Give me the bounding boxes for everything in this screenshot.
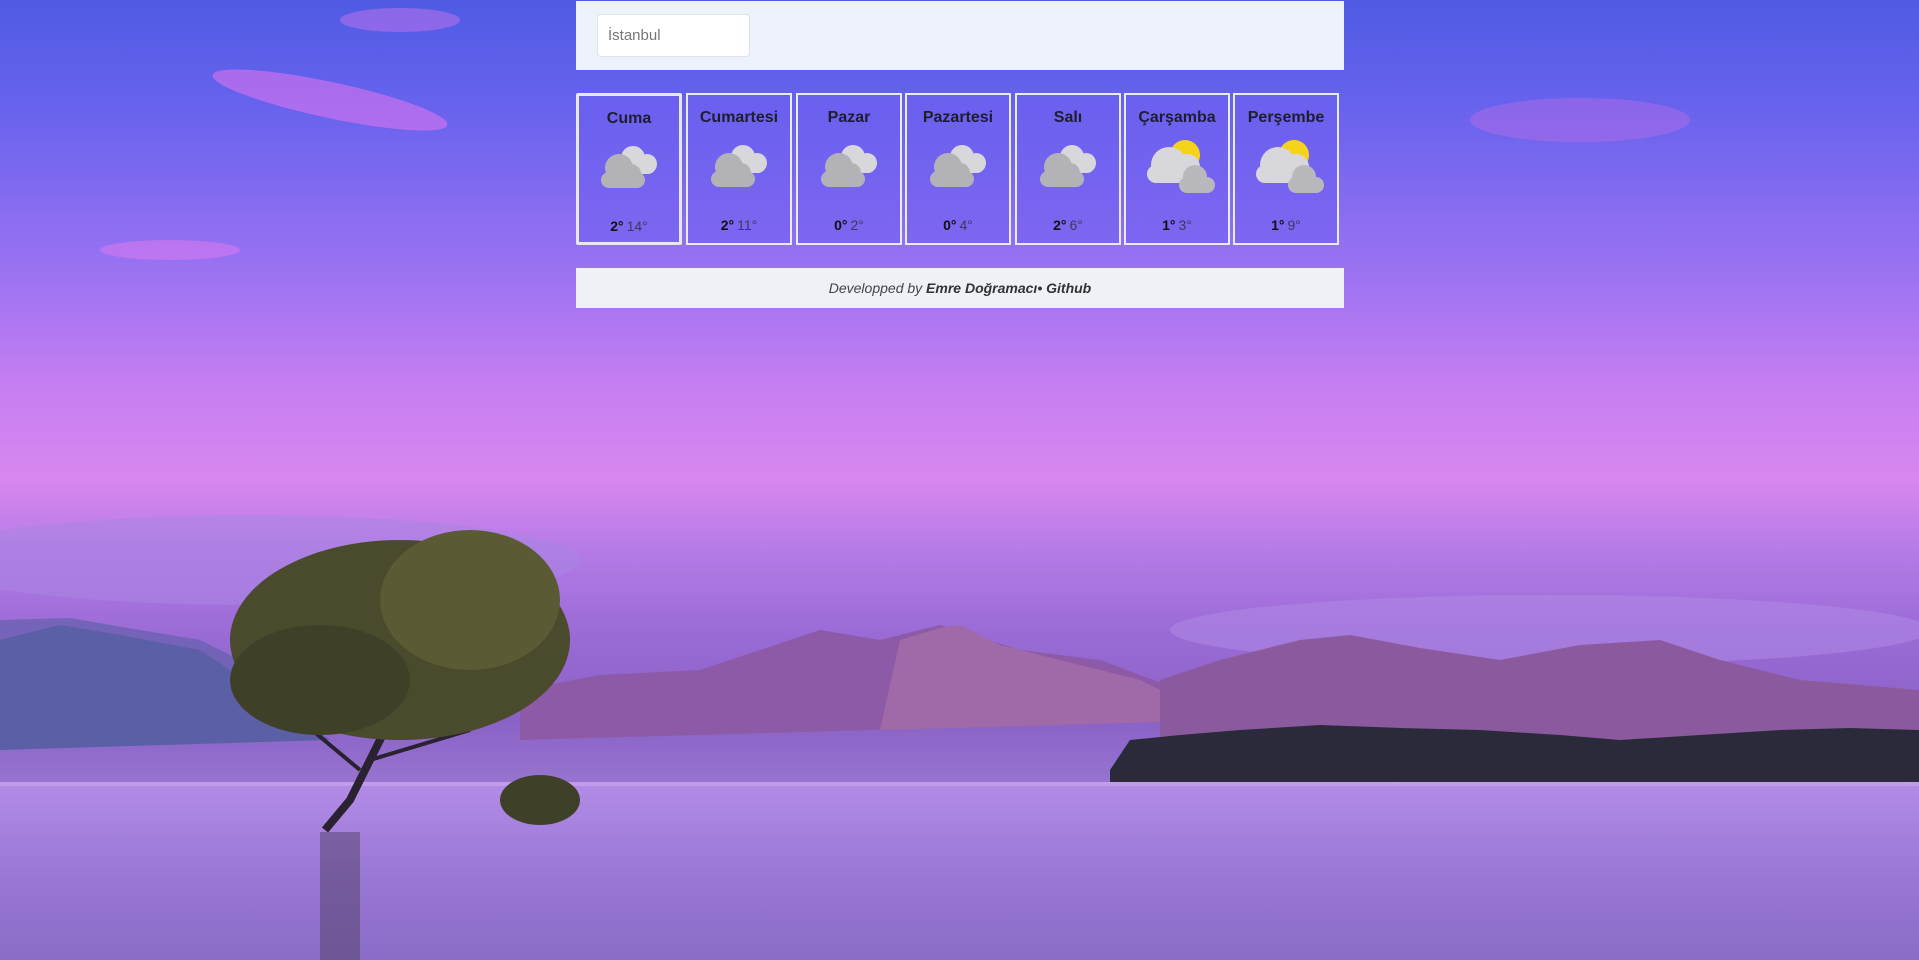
day-name: Perşembe: [1247, 109, 1325, 126]
temperature-range: 0° 2°: [798, 217, 900, 233]
cloudy-icon: [916, 139, 1000, 195]
min-temp: 1°: [1271, 217, 1285, 233]
github-link[interactable]: Github: [1046, 280, 1091, 296]
temperature-range: 1° 9°: [1235, 217, 1337, 233]
day-name: Pazar: [827, 109, 871, 126]
forecast-day-card[interactable]: Pazartesi 0° 4°: [905, 93, 1011, 245]
temperature-range: 2° 11°: [688, 217, 790, 233]
max-temp: 9°: [1287, 217, 1301, 233]
forecast-day-card[interactable]: Cuma 2° 14°: [576, 93, 682, 245]
temperature-range: 1° 3°: [1126, 217, 1228, 233]
min-temp: 2°: [1053, 217, 1067, 233]
min-temp: 0°: [943, 217, 957, 233]
temperature-range: 2° 14°: [579, 218, 679, 234]
partly-sunny-icon: [1135, 139, 1219, 195]
min-temp: 2°: [720, 217, 735, 233]
search-bar: [576, 1, 1344, 70]
day-name: Pazartesi: [922, 109, 994, 126]
temperature-range: 0° 4°: [907, 217, 1009, 233]
city-search-input[interactable]: [597, 14, 750, 57]
day-name: Cuma: [606, 110, 652, 127]
cloudy-icon: [697, 139, 781, 195]
max-temp: 6°: [1069, 217, 1083, 233]
max-temp: 2°: [850, 217, 864, 233]
footer: Developped by Emre Doğramacı• Github: [576, 268, 1344, 308]
cloudy-icon: [1026, 139, 1110, 195]
min-temp: 2°: [610, 218, 624, 234]
day-name: Cumartesi: [699, 109, 779, 126]
day-name: Salı: [1053, 109, 1083, 126]
max-temp: 3°: [1178, 217, 1192, 233]
max-temp: 11°: [737, 217, 758, 233]
footer-prefix: Developped by: [828, 280, 923, 296]
author-name: Emre Doğramacı: [926, 280, 1038, 296]
footer-separator: •: [1037, 280, 1043, 296]
forecast-day-card[interactable]: Salı 2° 6°: [1015, 93, 1121, 245]
temperature-range: 2° 6°: [1017, 217, 1119, 233]
min-temp: 1°: [1162, 217, 1176, 233]
forecast-day-card[interactable]: Çarşamba 1° 3°: [1124, 93, 1230, 245]
max-temp: 14°: [626, 218, 648, 234]
forecast-day-card[interactable]: Perşembe 1° 9°: [1233, 93, 1339, 245]
forecast-list: Cuma 2° 14° Cumartesi 2° 11° Pazar 0° 2° Pa…: [576, 93, 1344, 245]
min-temp: 0°: [834, 217, 848, 233]
cloudy-icon: [807, 139, 891, 195]
forecast-day-card[interactable]: Pazar 0° 2°: [796, 93, 902, 245]
day-name: Çarşamba: [1138, 109, 1216, 126]
partly-sunny-icon: [1244, 139, 1328, 195]
forecast-day-card[interactable]: Cumartesi 2° 11°: [686, 93, 792, 245]
cloudy-icon: [587, 140, 671, 196]
max-temp: 4°: [959, 217, 973, 233]
